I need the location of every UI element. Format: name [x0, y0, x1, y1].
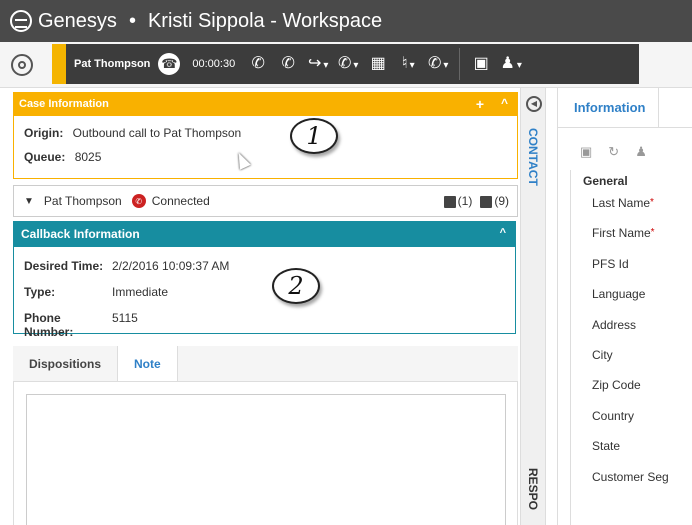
field-pfs-id: PFS Id: [592, 256, 629, 271]
chevron-down-icon[interactable]: ▼: [24, 196, 34, 207]
phone-icon: ☎: [158, 53, 181, 75]
phone-label: Phone Number:: [24, 311, 74, 339]
case-info-body: Origin: Outbound call to Pat Thompson Qu…: [13, 116, 518, 179]
end-call-icon[interactable]: ✆: [243, 44, 273, 84]
field-state: State: [592, 439, 621, 454]
queue-label: Queue:: [24, 150, 66, 164]
field-label: Last Name: [592, 196, 651, 210]
target-icon: [11, 53, 33, 76]
call-timer: 00:00:30: [192, 58, 236, 70]
case-info-title: Case Information: [19, 98, 109, 110]
origin-row: Origin: Outbound call to Pat Thompson: [24, 126, 507, 140]
side-strip: ◀ CONTACT RESPO: [520, 88, 546, 525]
field-country: Country: [592, 408, 635, 423]
genesys-logo-icon: [10, 10, 32, 32]
main-toolbar: Pat Thompson ☎ 00:00:30 ✆ ✆ ↪ ✆ ▦ ♮ ✆ ▣ …: [0, 42, 692, 88]
field-label: First Name: [592, 226, 651, 241]
annotation-badge-1: 1: [290, 118, 338, 154]
party-counters: (1) (9): [443, 194, 509, 208]
desired-time-value: 2/2/2016 10:09:37 AM: [112, 259, 230, 273]
history-counter[interactable]: (9): [480, 194, 509, 208]
contact-fields: General Last Name* First Name* PFS Id La…: [570, 170, 692, 525]
case-flag: [52, 44, 66, 84]
field-last-name: Last Name*: [571, 188, 692, 218]
type-label: Type:: [24, 285, 56, 299]
callback-info-body: Desired Time: 2/2/2016 10:09:37 AM Type:…: [13, 247, 516, 339]
voicemail-icon[interactable]: ✆: [423, 44, 453, 84]
collapse-icon[interactable]: ^: [501, 96, 508, 110]
case-info-header: Case Information + ^: [13, 92, 518, 116]
queue-row: Queue: 8025: [24, 150, 507, 164]
contact-actions: ▣ ↻ ♟: [558, 128, 692, 160]
tab-dispositions[interactable]: Dispositions: [13, 346, 117, 381]
note-textarea[interactable]: [26, 394, 506, 525]
call-status: Connected: [151, 194, 210, 208]
collapse-left-icon[interactable]: ◀: [526, 96, 542, 112]
callback-info-header: Callback Information ^: [13, 221, 516, 247]
history-count: (9): [494, 194, 509, 208]
brand-name: Genesys: [38, 9, 117, 32]
interaction-tabs: Dispositions Note: [13, 346, 518, 382]
origin-value: Outbound call to Pat Thompson: [72, 126, 242, 140]
field-customer-segment: Customer Seg: [592, 469, 669, 484]
queue-value: 8025: [74, 150, 102, 164]
save-icon[interactable]: ▣: [580, 144, 592, 160]
manage-contact-icon[interactable]: ♟: [635, 144, 647, 160]
field-address: Address: [592, 317, 637, 332]
field-first-name: First Name*: [571, 218, 692, 248]
type-row: Type: Immediate: [24, 285, 505, 299]
folder-icon: [443, 195, 456, 208]
phone-value: 5115: [112, 311, 138, 325]
group-general: General: [583, 174, 628, 188]
calendar-icon[interactable]: ▣: [466, 44, 496, 84]
window-title: Kristi Sippola - Workspace: [147, 9, 383, 32]
title-separator: •: [128, 9, 136, 32]
required-marker: *: [650, 227, 655, 239]
phone-row: Phone Number: 5115: [24, 311, 505, 339]
caller-name: Pat Thompson: [74, 58, 151, 70]
contact-tabs: Information: [558, 87, 692, 128]
mute-icon[interactable]: ♮: [393, 44, 423, 84]
desired-time-row: Desired Time: 2/2/2016 10:09:37 AM: [24, 259, 505, 273]
reset-icon[interactable]: ↻: [608, 144, 619, 160]
annotation-badge-2: 2: [272, 268, 320, 304]
call-status-icon: ✆: [131, 194, 146, 208]
callback-info-title: Callback Information: [21, 227, 140, 241]
field-language: Language: [592, 287, 646, 302]
toolbar-divider: [459, 48, 461, 80]
note-panel: [13, 382, 518, 525]
party-name: Pat Thompson: [43, 194, 122, 208]
contact-panel: Information ▣ ↻ ♟ General Last Name* Fir…: [557, 87, 692, 525]
hold-icon[interactable]: ✆: [273, 44, 303, 84]
required-marker: *: [650, 197, 654, 208]
add-icon[interactable]: +: [476, 96, 484, 112]
tab-note[interactable]: Note: [117, 346, 178, 381]
transfer-icon[interactable]: ↪: [303, 44, 333, 84]
workspace-menu-button[interactable]: [0, 43, 44, 87]
field-zip-code: Zip Code: [592, 378, 641, 393]
keypad-icon[interactable]: ▦: [363, 44, 393, 84]
party-row[interactable]: ▼ Pat Thompson ✆ Connected (1) (9): [13, 185, 518, 217]
cases-counter[interactable]: (1): [443, 194, 473, 208]
tab-next[interactable]: [657, 87, 659, 128]
conference-icon[interactable]: ✆: [333, 44, 363, 84]
collapse-icon[interactable]: ^: [500, 227, 506, 239]
tab-contact[interactable]: CONTACT: [526, 128, 540, 186]
agent-status-icon[interactable]: ♟: [496, 44, 526, 84]
cases-count: (1): [457, 194, 473, 208]
tab-responses[interactable]: RESPO: [526, 468, 540, 510]
call-control-strip: Pat Thompson ☎ 00:00:30 ✆ ✆ ↪ ✆ ▦ ♮ ✆ ▣ …: [52, 44, 639, 84]
tab-information[interactable]: Information: [558, 88, 646, 128]
field-city: City: [592, 347, 613, 362]
desired-time-label: Desired Time:: [24, 259, 104, 273]
origin-label: Origin:: [24, 126, 64, 140]
title-bar: Genesys • Kristi Sippola - Workspace: [0, 0, 692, 42]
history-icon: [480, 195, 493, 208]
type-value: Immediate: [112, 285, 169, 299]
